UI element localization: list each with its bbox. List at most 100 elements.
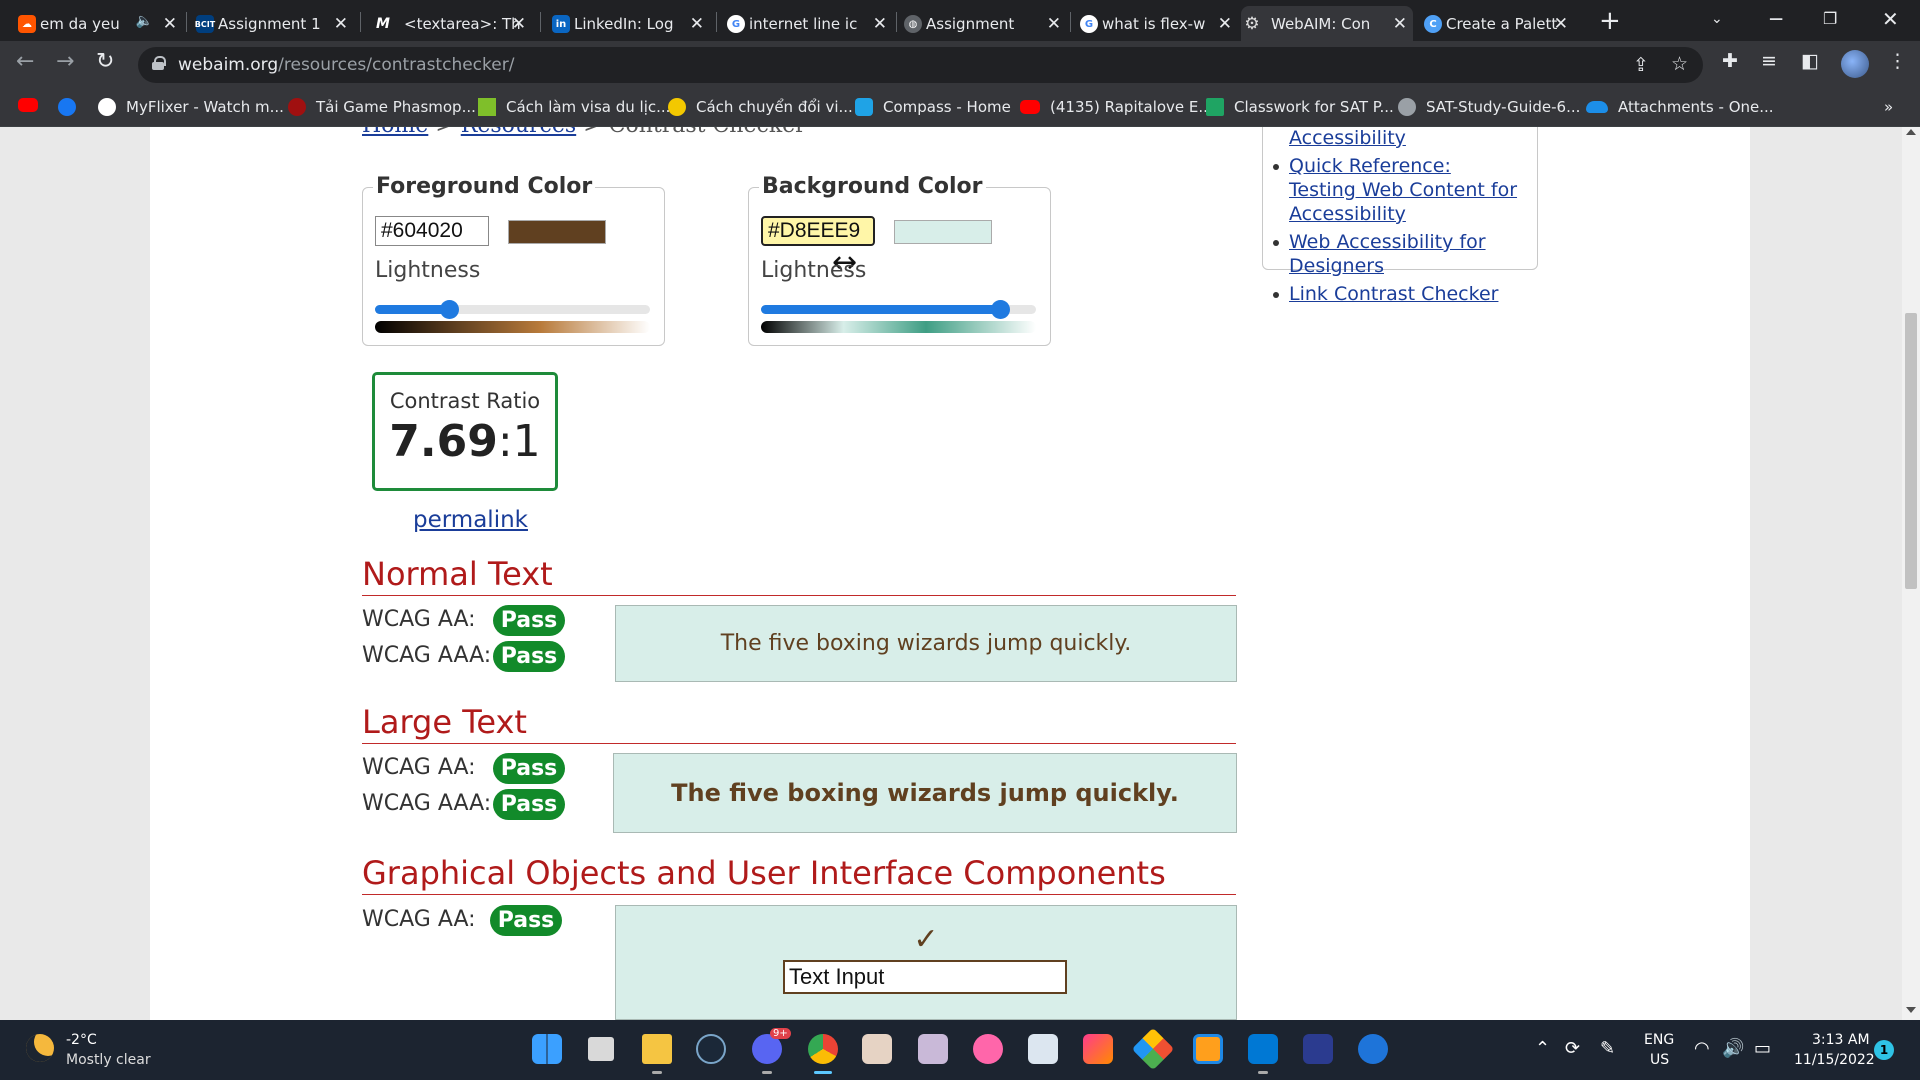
close-tab-icon[interactable]: ✕ bbox=[1047, 14, 1061, 34]
tab-webaim-contrast[interactable]: ⚙ WebAIM: Con ✕ bbox=[1241, 6, 1413, 41]
osu-icon[interactable] bbox=[973, 1034, 1003, 1064]
close-tab-icon[interactable]: ✕ bbox=[690, 14, 704, 34]
bookmark-visa[interactable]: Cách làm visa du lịc... bbox=[478, 98, 670, 116]
visual-studio-icon[interactable] bbox=[1303, 1034, 1333, 1064]
foreground-hex-input[interactable] bbox=[375, 216, 489, 246]
large-aaa-pass-badge: Pass bbox=[493, 789, 565, 820]
address-bar[interactable]: webaim.org/resources/contrastchecker/ ⇪ … bbox=[138, 47, 1703, 83]
page-scrollbar[interactable] bbox=[1902, 127, 1920, 1020]
close-tab-icon[interactable]: ✕ bbox=[512, 14, 526, 34]
tab-internet-line-icon[interactable]: G internet line ic ✕ bbox=[725, 6, 893, 41]
bookmark-sat-guide[interactable]: SAT-Study-Guide-6... bbox=[1398, 98, 1580, 116]
vscode-icon[interactable] bbox=[1248, 1034, 1278, 1074]
clock-date[interactable]: 11/15/2022 bbox=[1794, 1052, 1875, 1068]
bluestacks-icon[interactable] bbox=[1358, 1034, 1388, 1064]
tab-flex-wrap[interactable]: G what is flex-w ✕ bbox=[1078, 6, 1238, 41]
weather-moon-icon[interactable] bbox=[26, 1034, 54, 1062]
chrome-icon[interactable] bbox=[808, 1034, 838, 1074]
tab-create-palette[interactable]: C Create a Palett ✕ bbox=[1422, 6, 1574, 41]
volume-icon[interactable]: 🔊 bbox=[1722, 1038, 1744, 1059]
tab-assignment-1[interactable]: BCIT Assignment 1 ✕ bbox=[194, 6, 354, 41]
image-viewer-icon[interactable] bbox=[1028, 1034, 1058, 1064]
close-tab-icon[interactable]: ✕ bbox=[334, 14, 348, 34]
foreground-slider-thumb[interactable] bbox=[440, 300, 460, 319]
region-indicator[interactable]: US bbox=[1650, 1052, 1669, 1068]
close-tab-icon[interactable]: ✕ bbox=[873, 14, 887, 34]
sidebar-link-contrast-color[interactable]: Contrast and Color Accessibility bbox=[1273, 127, 1523, 150]
sample-text-input[interactable]: Text Input bbox=[783, 960, 1067, 994]
bookmark-myflixer[interactable]: MyFlixer - Watch m... bbox=[98, 98, 284, 116]
tab-soundcloud[interactable]: ☁ em da yeu 🔈 ✕ bbox=[16, 6, 183, 41]
scroll-down-arrow-icon[interactable] bbox=[1906, 1007, 1916, 1013]
pen-input-icon[interactable]: ✎ bbox=[1600, 1038, 1615, 1059]
lock-icon[interactable] bbox=[152, 56, 166, 70]
tab-search-icon[interactable]: ⌄ bbox=[1711, 11, 1723, 27]
cpp-ide-icon[interactable] bbox=[1193, 1034, 1223, 1064]
bookmark-compass[interactable]: Compass - Home bbox=[855, 98, 1011, 116]
bookmark-phasmophobia[interactable]: Tải Game Phasmop... bbox=[288, 98, 476, 116]
breadcrumb-home-link[interactable]: Home bbox=[362, 127, 428, 138]
close-tab-icon[interactable]: ✕ bbox=[1393, 14, 1407, 34]
tray-overflow-chevron-icon[interactable]: ⌃ bbox=[1535, 1038, 1550, 1059]
weather-description[interactable]: Mostly clear bbox=[66, 1052, 151, 1068]
scrollbar-thumb[interactable] bbox=[1905, 313, 1917, 589]
more-bookmarks-chevron-icon[interactable]: » bbox=[1884, 98, 1893, 116]
bookmark-rapitalove[interactable]: (4135) Rapitalove E... bbox=[1020, 98, 1213, 116]
breadcrumb-resources-link[interactable]: Resources bbox=[461, 127, 576, 138]
sidebar-link-designers[interactable]: Web Accessibility for Designers bbox=[1273, 230, 1523, 278]
bookmark-classwork[interactable]: Classwork for SAT P... bbox=[1206, 98, 1394, 116]
sidebar-link-link-contrast-checker[interactable]: Link Contrast Checker bbox=[1273, 282, 1523, 306]
task-view-icon[interactable] bbox=[588, 1037, 614, 1061]
permalink-link[interactable]: permalink bbox=[413, 507, 528, 533]
genshin-icon[interactable] bbox=[918, 1034, 948, 1064]
profile-avatar[interactable] bbox=[1841, 50, 1869, 78]
url-text[interactable]: webaim.org/resources/contrastchecker/ bbox=[178, 55, 514, 75]
back-arrow-icon[interactable]: ← bbox=[16, 49, 34, 74]
forward-arrow-icon[interactable]: → bbox=[56, 49, 74, 74]
menu-kebab-icon[interactable]: ⋮ bbox=[1888, 50, 1907, 72]
tab-linkedin[interactable]: in LinkedIn: Log ✕ bbox=[550, 6, 710, 41]
close-window-button[interactable]: ✕ bbox=[1882, 7, 1899, 31]
bookmark-youtube[interactable] bbox=[18, 98, 48, 112]
bookmark-facebook[interactable] bbox=[58, 98, 86, 116]
tab-mdn-textarea[interactable]: M <textarea>: Th ✕ bbox=[372, 6, 532, 41]
notification-badge[interactable]: 1 bbox=[1874, 1040, 1894, 1060]
foreground-lightness-slider[interactable] bbox=[375, 300, 650, 319]
background-color-picker[interactable] bbox=[894, 220, 992, 244]
bookmark-star-icon[interactable]: ☆ bbox=[1671, 53, 1688, 75]
scroll-up-arrow-icon[interactable] bbox=[1906, 129, 1916, 135]
battery-icon[interactable]: ▭ bbox=[1754, 1038, 1771, 1059]
minimize-button[interactable]: ─ bbox=[1770, 7, 1782, 31]
discord-icon[interactable]: 9+ bbox=[752, 1028, 791, 1074]
sync-icon[interactable]: ⟳ bbox=[1565, 1038, 1580, 1059]
background-hex-input[interactable] bbox=[761, 216, 875, 246]
clock-time[interactable]: 3:13 AM bbox=[1812, 1032, 1870, 1048]
start-windows-icon[interactable] bbox=[532, 1034, 562, 1064]
extensions-puzzle-icon[interactable]: ✚ bbox=[1722, 50, 1738, 72]
weather-temperature[interactable]: -2°C bbox=[66, 1032, 97, 1048]
side-panel-icon[interactable]: ◧ bbox=[1801, 50, 1819, 72]
tab-assignment[interactable]: ◍ Assignment ✕ bbox=[902, 6, 1067, 41]
restore-button[interactable]: ❐ bbox=[1823, 9, 1837, 28]
background-slider-thumb[interactable] bbox=[991, 300, 1011, 319]
git-icon[interactable] bbox=[1131, 1027, 1175, 1071]
background-lightness-slider[interactable] bbox=[761, 300, 1036, 319]
close-tab-icon[interactable]: ✕ bbox=[163, 14, 177, 34]
creative-cloud-icon[interactable] bbox=[1083, 1034, 1113, 1064]
audio-playing-icon[interactable]: 🔈 bbox=[136, 13, 153, 29]
game-app-icon[interactable] bbox=[862, 1034, 892, 1064]
bookmark-onedrive[interactable]: Attachments - One... bbox=[1586, 98, 1774, 116]
steam-icon[interactable] bbox=[696, 1034, 726, 1064]
sidebar-link-quick-reference[interactable]: Quick Reference: Testing Web Content for… bbox=[1273, 154, 1523, 226]
new-tab-button[interactable]: + bbox=[1599, 6, 1621, 36]
foreground-color-picker[interactable] bbox=[508, 220, 606, 244]
wifi-icon[interactable]: ◠ bbox=[1694, 1038, 1710, 1059]
close-tab-icon[interactable]: ✕ bbox=[1554, 14, 1568, 34]
share-icon[interactable]: ⇪ bbox=[1633, 54, 1649, 76]
close-tab-icon[interactable]: ✕ bbox=[1218, 14, 1232, 34]
media-queue-icon[interactable]: ≡ bbox=[1761, 50, 1777, 72]
bookmark-convert[interactable]: Cách chuyển đổi vi... bbox=[668, 98, 853, 116]
file-explorer-icon[interactable] bbox=[642, 1034, 672, 1074]
reload-icon[interactable]: ↻ bbox=[96, 49, 114, 74]
language-indicator[interactable]: ENG bbox=[1644, 1032, 1674, 1048]
